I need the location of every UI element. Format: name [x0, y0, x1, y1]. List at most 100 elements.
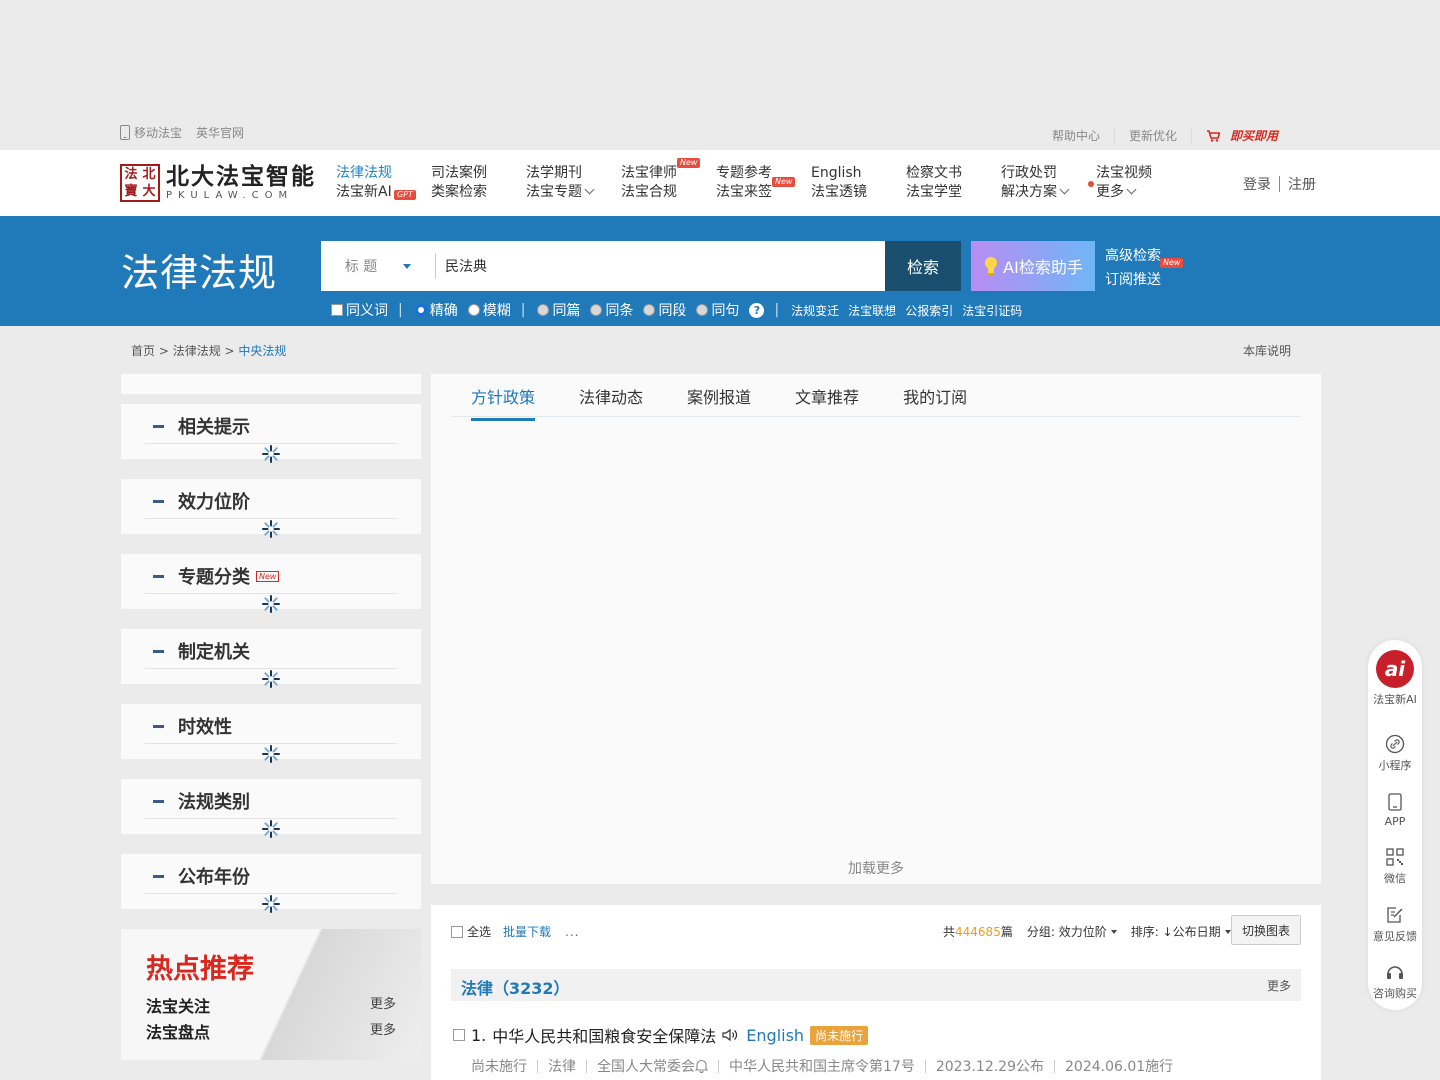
facet-header[interactable]: 制定机关 — [153, 638, 250, 664]
synonym-checkbox[interactable]: 同义词 — [331, 300, 388, 320]
facet-publish-year: 公布年份 — [121, 854, 421, 913]
select-all-checkbox[interactable] — [451, 925, 463, 938]
crumb-home[interactable]: 首页 — [131, 344, 155, 358]
scope-same-sentence-radio[interactable]: 同句 — [696, 300, 739, 320]
gpt-badge: GPT — [394, 190, 416, 200]
nav-english[interactable]: English — [811, 164, 906, 183]
batch-download-link[interactable]: 批量下载 — [503, 923, 551, 940]
facet-header[interactable]: 法规类别 — [153, 788, 250, 814]
logo-name: 北大法宝智能 — [166, 163, 316, 190]
nav-academy[interactable]: 法宝学堂 — [906, 183, 1001, 202]
facet-label: 时效性 — [178, 717, 232, 738]
help-center-link[interactable]: 帮助中心 — [1052, 127, 1100, 144]
group-title[interactable]: 法律（3232） — [461, 975, 570, 999]
help-icon[interactable]: ? — [749, 302, 765, 318]
advanced-search-link[interactable]: 高级检索 — [1105, 244, 1161, 268]
buy-link[interactable]: 即买即用 — [1206, 127, 1278, 144]
search-button[interactable]: 检索 — [885, 241, 961, 291]
sidebar-top — [121, 374, 421, 394]
search-field-select[interactable]: 标 题 — [321, 241, 435, 291]
qrcode-icon — [1386, 848, 1404, 866]
facet-header[interactable]: 相关提示 — [153, 413, 250, 439]
nav-laws[interactable]: 法律法规 — [336, 164, 431, 183]
link-citation-code[interactable]: 法宝引证码 — [962, 302, 1022, 319]
lightbulb-icon — [985, 257, 998, 275]
hot-more-link[interactable]: 更多 — [370, 993, 396, 1017]
wechat-button[interactable]: 微信 — [1368, 847, 1422, 886]
exact-radio[interactable]: 精确 — [414, 300, 458, 320]
news-panel: 方针政策 法律动态 案例报道 文章推荐 我的订阅 加载更多 — [431, 374, 1321, 884]
mobile-link[interactable]: 移动法宝 — [120, 124, 182, 141]
group-more-link[interactable]: 更多 — [1267, 977, 1291, 994]
new-badge: New — [1160, 258, 1184, 268]
nav-video[interactable]: 法宝视频 — [1096, 164, 1191, 183]
ai-assistant-button[interactable]: ai 法宝新AI — [1368, 650, 1422, 707]
update-link[interactable]: 更新优化 — [1129, 127, 1177, 144]
scope-same-article-radio[interactable]: 同篇 — [537, 300, 580, 320]
site-logo[interactable]: 法北 寶大 北大法宝智能 PKULAW.COM — [120, 164, 316, 202]
nav-penalties[interactable]: 行政处罚 — [1001, 164, 1096, 183]
hot-item[interactable]: 法宝关注 — [146, 993, 210, 1017]
mini-program-button[interactable]: 小程序 — [1368, 734, 1422, 773]
nav-topics[interactable]: 法宝专题 — [526, 183, 621, 202]
hot-item[interactable]: 法宝盘点 — [146, 1019, 210, 1043]
english-link[interactable]: English — [746, 1026, 804, 1045]
loading-spinner-icon — [262, 445, 280, 463]
loading-spinner-icon — [262, 895, 280, 913]
facet-header[interactable]: 时效性 — [153, 713, 232, 739]
loading-spinner-icon — [262, 745, 280, 763]
subscribe-link[interactable]: 订阅推送 — [1105, 268, 1161, 292]
hot-more-link[interactable]: 更多 — [370, 1019, 396, 1043]
app-button[interactable]: APP — [1368, 792, 1422, 828]
search-box: 标 题 — [321, 241, 885, 291]
load-more-button[interactable]: 加载更多 — [431, 858, 1321, 878]
nav-journals[interactable]: 法学期刊 — [526, 164, 621, 183]
link-gazette-index[interactable]: 公报索引 — [905, 302, 953, 319]
nav-reference[interactable]: 专题参考 — [716, 164, 811, 183]
loading-spinner-icon — [262, 670, 280, 688]
new-badge: New — [772, 177, 796, 187]
nav-sign[interactable]: 法宝来签 — [716, 183, 811, 202]
logo-seal: 法北 寶大 — [120, 164, 160, 202]
facet-topic-category: 专题分类 New — [121, 554, 421, 613]
register-link[interactable]: 注册 — [1288, 174, 1316, 194]
nav-cases[interactable]: 司法案例 — [431, 164, 526, 183]
loading-spinner-icon — [262, 595, 280, 613]
ai-search-button[interactable]: AI检索助手 — [971, 241, 1095, 291]
fuzzy-radio[interactable]: 模糊 — [467, 300, 511, 320]
notification-dot — [1088, 181, 1094, 187]
search-input[interactable] — [445, 253, 865, 279]
nav-lens[interactable]: 法宝透镜 — [811, 183, 906, 202]
group-by-select[interactable]: 分组: 效力位阶 — [1027, 923, 1117, 940]
nav-procuratorate[interactable]: 检察文书 — [906, 164, 1001, 183]
crumb-laws[interactable]: 法律法规 — [173, 344, 221, 358]
link-associations[interactable]: 法宝联想 — [848, 302, 896, 319]
facet-header[interactable]: 专题分类 New — [153, 563, 280, 589]
facet-effect-level: 效力位阶 — [121, 479, 421, 538]
nav-lawyers[interactable]: 法宝律师 — [621, 164, 716, 183]
scope-same-clause-radio[interactable]: 同条 — [590, 300, 633, 320]
item-title[interactable]: 中华人民共和国粮食安全保障法 — [492, 1023, 716, 1047]
login-link[interactable]: 登录 — [1243, 174, 1271, 194]
speaker-icon[interactable] — [722, 1028, 738, 1042]
bell-icon[interactable] — [695, 1059, 708, 1073]
nav-compliance[interactable]: 法宝合规 — [621, 183, 716, 202]
sort-select[interactable]: 排序: ↓公布日期 — [1131, 923, 1231, 940]
facet-header[interactable]: 公布年份 — [153, 863, 250, 889]
facet-law-type: 法规类别 — [121, 779, 421, 838]
nav-similar-cases[interactable]: 类案检索 — [431, 183, 526, 202]
nav-more[interactable]: 更多 — [1096, 183, 1191, 202]
consult-buy-button[interactable]: 咨询购买 — [1368, 962, 1422, 1001]
item-checkbox[interactable] — [453, 1029, 465, 1041]
library-note-link[interactable]: 本库说明 — [1243, 342, 1291, 359]
crumb-current[interactable]: 中央法规 — [238, 344, 286, 358]
feedback-button[interactable]: 意见反馈 — [1368, 905, 1422, 944]
nav-solutions[interactable]: 解决方案 — [1001, 183, 1096, 202]
switch-chart-button[interactable]: 切换图表 — [1231, 915, 1301, 945]
more-actions-icon[interactable]: ... — [565, 925, 579, 939]
link-law-changes[interactable]: 法规变迁 — [791, 302, 839, 319]
nav-new-ai[interactable]: 法宝新AI — [336, 183, 431, 202]
scope-same-paragraph-radio[interactable]: 同段 — [643, 300, 686, 320]
yinghua-link[interactable]: 英华官网 — [196, 124, 244, 141]
facet-header[interactable]: 效力位阶 — [153, 488, 250, 514]
